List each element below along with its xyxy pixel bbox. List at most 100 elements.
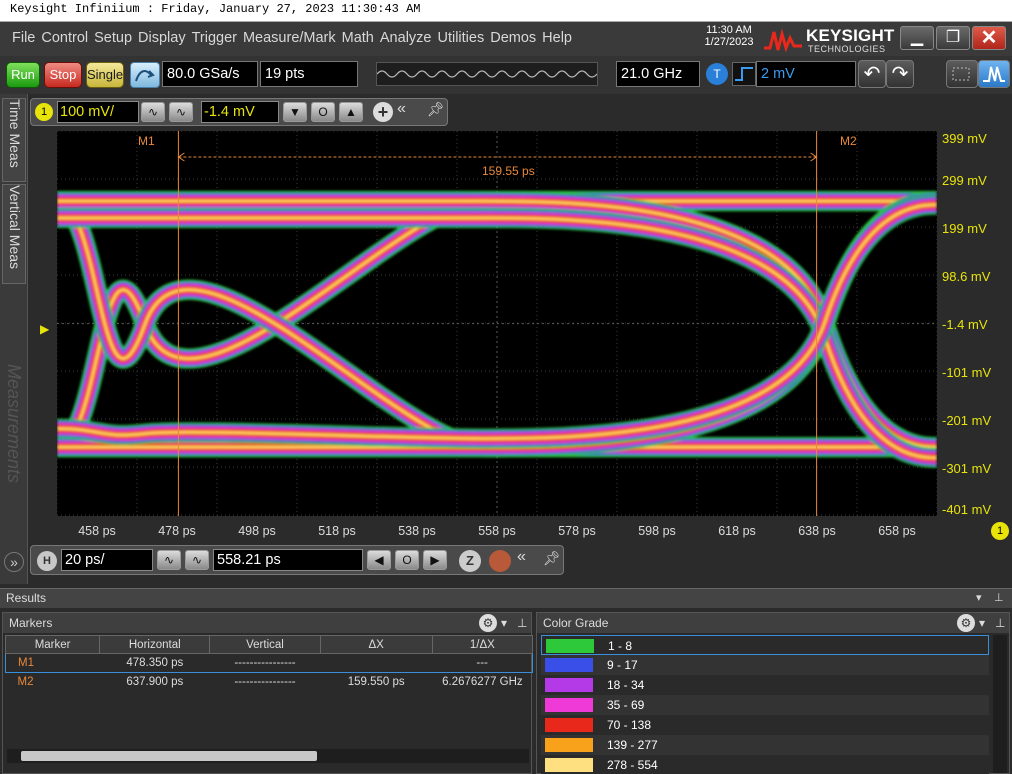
wave-small-icon: ∿: [147, 105, 159, 119]
stop-button[interactable]: Stop: [44, 62, 82, 88]
menu-analyze[interactable]: Analyze: [380, 30, 432, 46]
tab-time-meas[interactable]: Time Meas: [2, 98, 26, 182]
bandwidth-field[interactable]: 21.0 GHz: [616, 61, 700, 87]
time-scale-decrease-button[interactable]: ∿: [157, 550, 181, 570]
double-chevron-left-icon: «: [397, 100, 406, 117]
collapse-channel-button[interactable]: «: [397, 100, 406, 118]
close-button[interactable]: ✕: [972, 26, 1006, 50]
menu-display[interactable]: Display: [138, 30, 186, 46]
color-grade-pin-icon[interactable]: ⊥: [995, 613, 1005, 633]
channel-1-badge[interactable]: 1: [35, 103, 53, 121]
pin-channel-button[interactable]: 📌︎: [427, 101, 445, 118]
menu-math[interactable]: Math: [342, 30, 374, 46]
zoom-grid-button[interactable]: [489, 550, 511, 572]
single-button[interactable]: Single: [86, 62, 124, 88]
cell-marker: M2: [17, 676, 34, 689]
time-scale-increase-button[interactable]: ∿: [185, 550, 209, 570]
menu: File Control Setup Display Trigger Measu…: [12, 30, 578, 46]
col-marker[interactable]: Marker: [4, 635, 101, 654]
points-field[interactable]: 19 pts: [260, 61, 358, 87]
menu-utilities[interactable]: Utilities: [437, 30, 484, 46]
offset-zero-button[interactable]: O: [311, 102, 335, 122]
sample-rate-field[interactable]: 80.0 GSa/s: [162, 61, 258, 87]
pointer-mode-button[interactable]: [978, 60, 1010, 88]
marker-m2-label[interactable]: M2: [840, 134, 857, 148]
color-grade-dropdown-icon[interactable]: ▾: [979, 613, 985, 633]
list-item[interactable]: 1 - 8: [541, 635, 989, 655]
list-item[interactable]: 70 - 138: [541, 715, 989, 735]
menu-control[interactable]: Control: [41, 30, 88, 46]
markers-horizontal-scrollbar[interactable]: [7, 749, 529, 763]
col-dx[interactable]: ΔX: [319, 635, 433, 654]
x-tick-label: 498 ps: [238, 524, 276, 538]
eye-diagram-plot[interactable]: [54, 130, 938, 516]
scale-increase-button[interactable]: ∿: [169, 102, 193, 122]
horizontal-badge[interactable]: H: [37, 551, 57, 571]
channel-ground-marker[interactable]: ▶: [40, 322, 49, 336]
channel-scale-field[interactable]: 100 mV/: [57, 101, 139, 123]
horizontal-scale-field[interactable]: 20 ps/: [61, 549, 153, 571]
list-item[interactable]: 35 - 69: [541, 695, 989, 715]
color-grade-vertical-scrollbar[interactable]: [993, 635, 1007, 773]
offset-down-button[interactable]: ▼: [283, 102, 307, 122]
color-swatch: [545, 758, 593, 772]
channel-offset-field[interactable]: -1.4 mV: [201, 101, 279, 123]
col-inv-dx[interactable]: 1/ΔX: [431, 635, 534, 654]
table-row[interactable]: M1 478.350 ps ---------------- ---: [4, 653, 534, 673]
list-item[interactable]: 278 - 554: [541, 755, 989, 774]
position-left-button[interactable]: ◀: [367, 550, 391, 570]
menu-file[interactable]: File: [12, 30, 35, 46]
redo-icon: ↷: [891, 63, 909, 85]
position-right-button[interactable]: ▶: [423, 550, 447, 570]
marker-m1-label[interactable]: M1: [138, 134, 155, 148]
menu-trigger[interactable]: Trigger: [192, 30, 237, 46]
maximize-button[interactable]: ❐: [936, 26, 970, 50]
y-tick-label: -201 mV: [942, 413, 992, 428]
col-vertical[interactable]: Vertical: [209, 635, 321, 654]
expand-panel-button[interactable]: »: [4, 552, 24, 572]
zoom-box-icon: [952, 67, 970, 81]
zoom-button[interactable]: Z: [459, 550, 481, 572]
menu-demos[interactable]: Demos: [490, 30, 536, 46]
menu-help[interactable]: Help: [542, 30, 572, 46]
trigger-level-field[interactable]: 2 mV: [756, 61, 856, 87]
menu-measure-mark[interactable]: Measure/Mark: [243, 30, 336, 46]
minimize-button[interactable]: ▁: [900, 26, 934, 50]
list-item[interactable]: 18 - 34: [541, 675, 989, 695]
markers-pin-icon[interactable]: ⊥: [517, 613, 527, 633]
horizontal-position-field[interactable]: 558.21 ps: [213, 549, 363, 571]
color-grade-panel: Color Grade ⚙ ▾ ⊥ 1 - 8 9 - 17 18 - 34 35 -…: [536, 612, 1010, 774]
pin-horizontal-button[interactable]: 📌︎: [543, 550, 561, 567]
zero-icon: O: [402, 553, 412, 567]
color-swatch: [545, 678, 593, 692]
run-button[interactable]: Run: [6, 62, 40, 88]
color-range-label: 139 - 277: [607, 738, 658, 752]
scrollbar-thumb[interactable]: [21, 751, 317, 761]
add-channel-button[interactable]: +: [373, 102, 393, 122]
results-dropdown-icon[interactable]: ▾: [976, 589, 982, 608]
results-pin-icon[interactable]: ⊥: [994, 589, 1004, 608]
scale-decrease-button[interactable]: ∿: [141, 102, 165, 122]
window-title: Keysight Infiniium : Friday, January 27,…: [0, 0, 1012, 22]
position-zero-button[interactable]: O: [395, 550, 419, 570]
channel-1-scale-badge[interactable]: 1: [991, 522, 1009, 540]
autoscale-button[interactable]: [130, 62, 160, 88]
trigger-badge[interactable]: T: [706, 63, 728, 85]
close-icon: ✕: [980, 27, 998, 49]
zoom-select-button[interactable]: [946, 60, 978, 88]
color-grade-settings-button[interactable]: ⚙: [957, 614, 975, 632]
tab-vertical-meas[interactable]: Vertical Meas: [2, 184, 26, 284]
table-row[interactable]: M2 637.900 ps ---------------- 159.550 p…: [6, 673, 533, 692]
offset-up-button[interactable]: ▲: [339, 102, 363, 122]
markers-settings-button[interactable]: ⚙: [479, 614, 497, 632]
markers-dropdown-icon[interactable]: ▾: [501, 613, 507, 633]
undo-button[interactable]: ↶: [858, 60, 886, 88]
menu-setup[interactable]: Setup: [94, 30, 132, 46]
redo-button[interactable]: ↷: [886, 60, 914, 88]
collapse-horizontal-button[interactable]: «: [517, 548, 526, 566]
tab-measurements[interactable]: Measurements: [2, 364, 26, 534]
trigger-edge-button[interactable]: [732, 62, 756, 86]
list-item[interactable]: 9 - 17: [541, 655, 989, 675]
col-horizontal[interactable]: Horizontal: [99, 635, 211, 654]
list-item[interactable]: 139 - 277: [541, 735, 989, 755]
